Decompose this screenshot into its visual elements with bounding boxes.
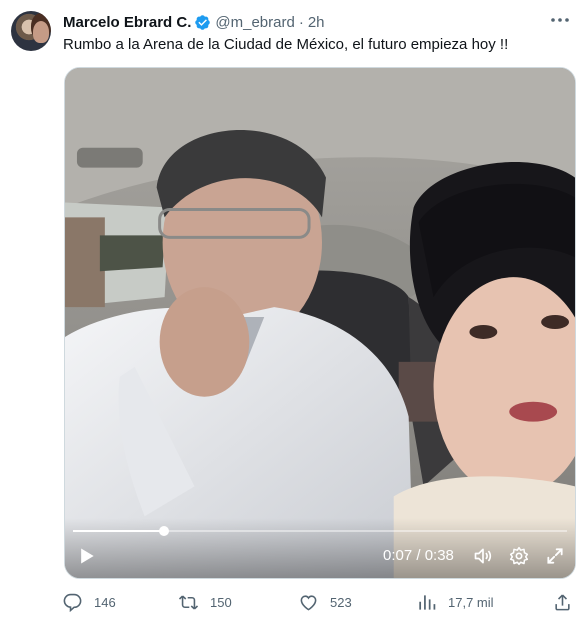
progress-knob[interactable] [158, 526, 169, 536]
share-icon [555, 593, 570, 610]
video-timecode: 0:07 / 0:38 [383, 547, 454, 564]
reply-icon [63, 593, 82, 612]
views-button[interactable]: 17,7 mil [417, 590, 494, 614]
video-player[interactable]: 0:07 / 0:38 [64, 67, 576, 579]
like-button[interactable]: 523 [299, 590, 352, 614]
author-handle[interactable]: @m_ebrard [215, 14, 294, 31]
more-icon[interactable] [548, 8, 572, 32]
settings-icon[interactable] [509, 546, 529, 566]
like-count: 523 [330, 594, 352, 610]
progress-fill [73, 530, 164, 532]
tweet-text: Rumbo a la Arena de la Ciudad de México,… [63, 36, 509, 53]
tweet-time[interactable]: 2h [308, 14, 325, 31]
action-bar: 146 150 523 17,7 mil [63, 590, 588, 614]
retweet-button[interactable]: 150 [179, 590, 232, 614]
reply-count: 146 [94, 594, 116, 610]
video-frame [65, 68, 575, 578]
views-icon [419, 594, 436, 610]
volume-icon[interactable] [473, 546, 493, 566]
fullscreen-icon[interactable] [545, 546, 565, 566]
tweet-header: Marcelo Ebrard C. @m_ebrard · 2h [63, 12, 588, 32]
video-controls: 0:07 / 0:38 [65, 518, 575, 578]
reply-button[interactable]: 146 [63, 590, 116, 614]
separator-dot: · [298, 13, 304, 31]
avatar[interactable] [11, 11, 51, 51]
author-name[interactable]: Marcelo Ebrard C. [63, 14, 191, 31]
share-button[interactable] [553, 590, 572, 614]
retweet-count: 150 [210, 594, 232, 610]
views-count: 17,7 mil [448, 594, 494, 610]
retweet-icon [179, 595, 198, 609]
play-icon[interactable] [77, 546, 97, 566]
progress-bar[interactable] [73, 526, 567, 536]
like-icon [300, 594, 317, 611]
verified-badge-icon[interactable] [194, 14, 211, 31]
